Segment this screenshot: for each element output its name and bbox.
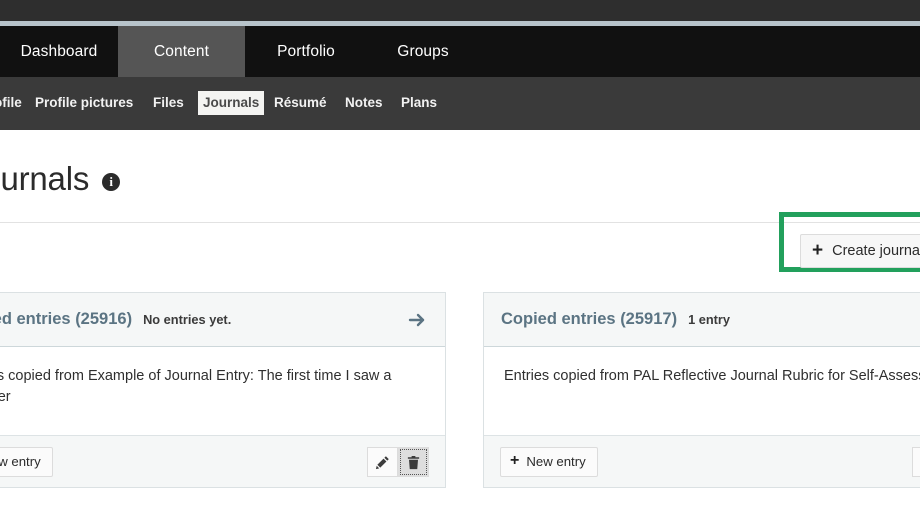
- nav-tab-portfolio[interactable]: Portfolio: [245, 26, 367, 77]
- new-entry-button[interactable]: + New entry: [500, 446, 598, 477]
- journal-card-footer: + New entry: [484, 435, 920, 487]
- app-screen: DashboardContentPortfolioGroups ofile Pro…: [0, 0, 920, 518]
- new-entry-label: New entry: [0, 454, 41, 469]
- journal-card: Copied entries (25917) 1 entry Entries cop…: [483, 292, 920, 488]
- journal-entry-count: 1 entry: [688, 312, 731, 327]
- subnav-item-profile-pictures[interactable]: Profile pictures: [35, 91, 133, 115]
- info-icon[interactable]: i: [102, 173, 121, 191]
- journal-card-header: Copied entries (25916) No entries yet.: [0, 293, 445, 347]
- new-entry-button[interactable]: +New entry: [0, 446, 53, 477]
- arrow-right-icon[interactable]: [407, 310, 427, 330]
- create-journal-label: Create journal: [832, 243, 920, 259]
- plus-icon: +: [812, 240, 824, 261]
- journal-title-link[interactable]: Copied entries (25916): [0, 310, 132, 329]
- main-navigation: Dashboard Content Portfolio Groups: [0, 26, 920, 77]
- nav-tab-content[interactable]: Content: [118, 26, 245, 77]
- subnav-item-files[interactable]: Files: [153, 91, 184, 115]
- create-journal-highlight: + Create journal: [779, 212, 920, 272]
- journal-entry-count: No entries yet.: [143, 312, 232, 327]
- subnav-item-résumé[interactable]: Résumé: [274, 91, 327, 115]
- subnav-item-notes[interactable]: Notes: [345, 91, 383, 115]
- page-title: Journals: [0, 160, 90, 197]
- page-heading: Journals i: [0, 160, 121, 198]
- delete-journal-button[interactable]: [398, 447, 429, 477]
- journal-card-header: Copied entries (25917) 1 entry: [484, 293, 920, 347]
- nav-tab-groups[interactable]: Groups: [367, 26, 479, 77]
- subnav-item-ofile[interactable]: ofile: [0, 91, 22, 115]
- nav-tab-dashboard[interactable]: Dashboard: [0, 26, 118, 77]
- browser-top-strip: [0, 0, 920, 21]
- subnav-item-journals[interactable]: Journals: [198, 91, 265, 115]
- edit-journal-button[interactable]: [912, 447, 920, 477]
- sub-navigation: ofile Profile pictures Files Journals Résumé…: [0, 77, 920, 130]
- journal-description: Entries copied from PAL Reflective Journ…: [504, 368, 920, 384]
- new-entry-label: New entry: [526, 454, 586, 469]
- journal-description: Entries copied from Example of Journal E…: [0, 368, 392, 405]
- journal-action-buttons: [367, 447, 429, 477]
- plus-icon: +: [510, 452, 520, 469]
- journal-card: Copied entries (25916) No entries yet. Ent…: [0, 292, 446, 488]
- journal-action-buttons: [912, 447, 920, 477]
- subnav-item-plans[interactable]: Plans: [401, 91, 437, 115]
- create-journal-button[interactable]: + Create journal: [800, 234, 920, 268]
- journal-title-link[interactable]: Copied entries (25917): [501, 310, 677, 329]
- edit-journal-button[interactable]: [367, 447, 398, 477]
- journal-card-footer: +New entry: [0, 435, 445, 487]
